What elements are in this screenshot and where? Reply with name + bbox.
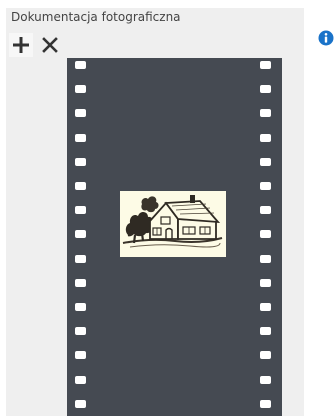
panel-title: Dokumentacja fotograficzna: [11, 10, 181, 24]
film-sprocket-hole: [75, 133, 86, 142]
film-sprocket-hole: [260, 351, 271, 360]
film-sprocket-hole: [260, 133, 271, 142]
film-sprocket-hole: [75, 109, 86, 118]
film-sprocket-hole: [260, 85, 271, 94]
film-sprocket-hole: [75, 399, 86, 408]
photo-thumbnail[interactable]: [120, 191, 226, 257]
film-sprocket-hole: [260, 61, 271, 69]
film-sprocket-hole: [75, 327, 86, 336]
film-sprocket-hole: [260, 327, 271, 336]
film-sprocket-hole: [260, 182, 271, 190]
film-sprocket-hole: [75, 375, 86, 384]
plus-icon: [13, 37, 29, 53]
film-sprocket-hole: [75, 182, 86, 190]
film-sprocket-hole: [75, 303, 86, 311]
film-sprocket-hole: [75, 61, 86, 69]
film-sprocket-hole: [75, 351, 86, 360]
film-sprocket-hole: [75, 206, 86, 215]
add-photo-button[interactable]: [9, 33, 33, 57]
film-sprocket-hole: [260, 254, 271, 263]
house-sketch-icon: [122, 195, 223, 248]
film-sprocket-hole: [75, 230, 86, 239]
film-sprocket-hole: [260, 278, 271, 287]
film-sprocket-hole: [75, 85, 86, 94]
film-sprocket-hole: [75, 278, 86, 287]
film-sprocket-hole: [75, 157, 86, 166]
film-sprocket-hole: [75, 254, 86, 263]
close-icon: [42, 37, 58, 53]
film-sprocket-hole: [260, 303, 271, 311]
film-sprocket-hole: [260, 399, 271, 408]
film-sprocket-hole: [260, 375, 271, 384]
film-sprocket-hole: [260, 206, 271, 215]
film-sprocket-hole: [260, 109, 271, 118]
film-sprocket-hole: [260, 230, 271, 239]
remove-photo-button[interactable]: [38, 33, 62, 57]
film-sprocket-hole: [260, 157, 271, 166]
info-icon[interactable]: [318, 30, 334, 46]
